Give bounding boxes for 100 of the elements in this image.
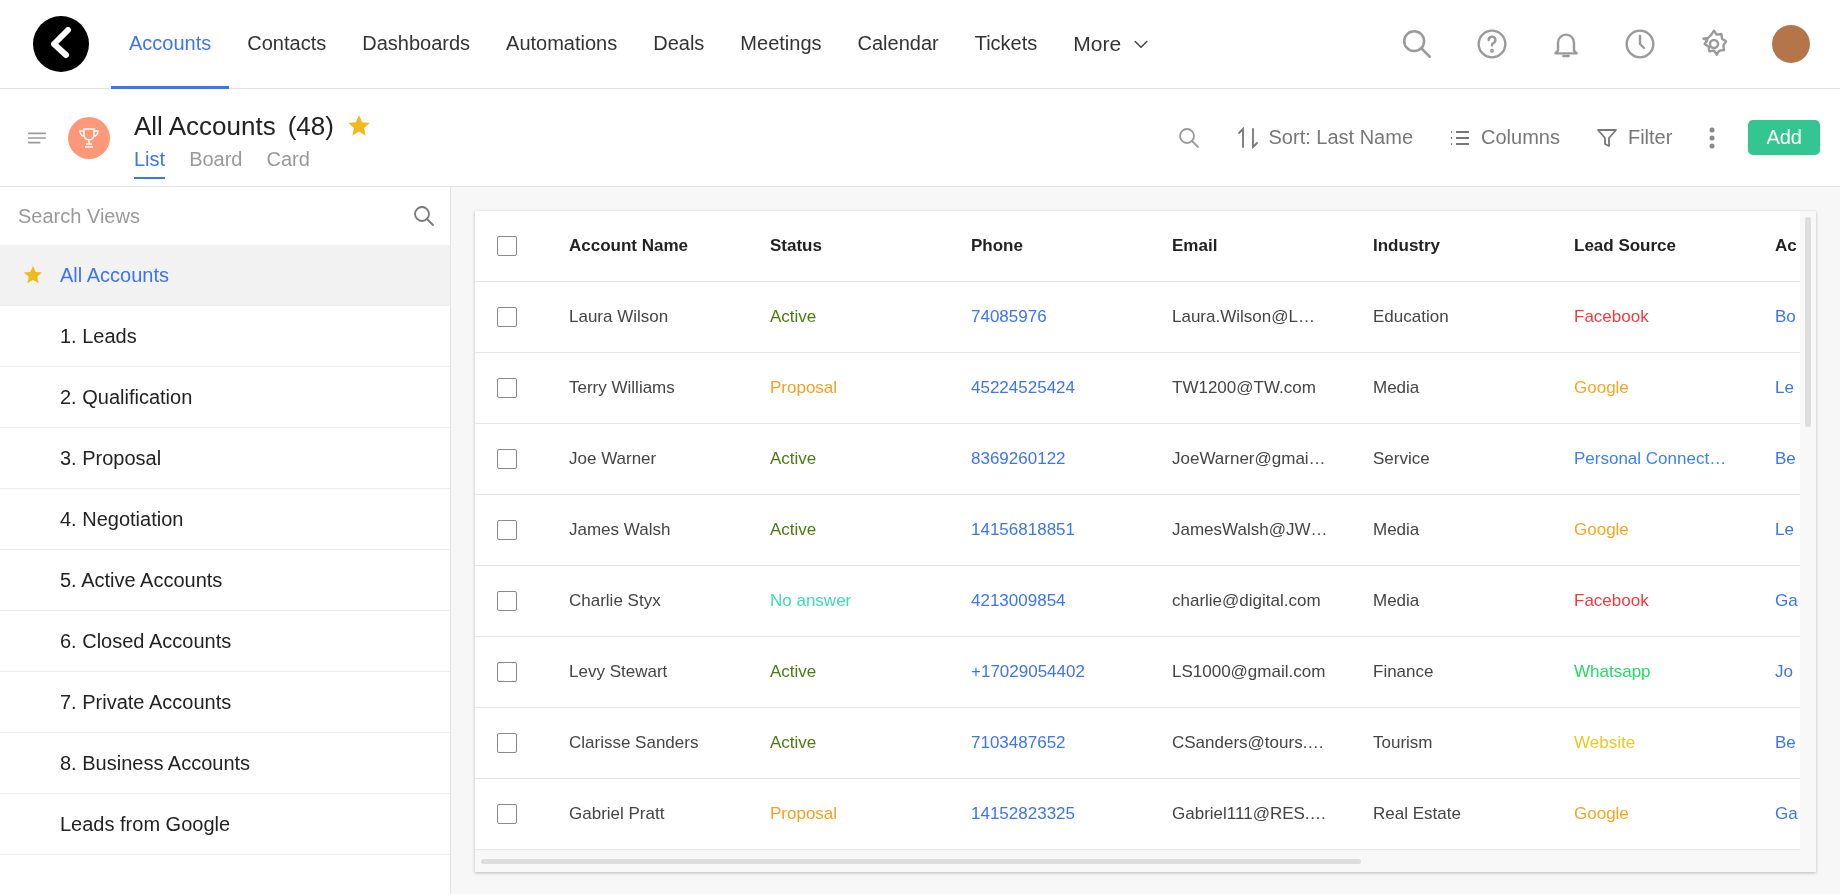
status-text: Active (770, 733, 818, 753)
sidebar-item[interactable]: 5. Active Accounts (0, 550, 450, 611)
search-icon[interactable] (1400, 27, 1434, 61)
sort-button[interactable]: Sort: Last Name (1236, 125, 1414, 150)
sidebar-item[interactable]: 1. Leads (0, 306, 450, 367)
table-cell-text: Terry Williams (569, 378, 676, 398)
page-title: All Accounts (134, 110, 276, 142)
column-header[interactable]: Lead Source (1574, 236, 1775, 256)
table-link[interactable]: Jo (1775, 662, 1800, 682)
more-icon[interactable] (1708, 125, 1717, 150)
phone-link[interactable]: 74085976 (971, 307, 1172, 327)
phone-link[interactable]: 14156818851 (971, 520, 1172, 540)
table-cell-text: JamesWalsh@JW… (1172, 520, 1329, 540)
table-cell-text: Real Estate (1373, 804, 1462, 824)
checkbox[interactable] (497, 591, 517, 611)
search-field[interactable]: Search Views (16, 203, 412, 229)
checkbox[interactable] (497, 307, 517, 327)
sidebar-item[interactable]: 3. Proposal (0, 428, 450, 489)
record-count: (48) (287, 110, 334, 142)
table-cell-text: Education (1373, 307, 1450, 327)
column-header[interactable]: Phone (971, 236, 1172, 256)
checkbox[interactable] (497, 449, 517, 469)
table-cell-text: Laura.Wilson@L… (1172, 307, 1316, 327)
table-cell-text: Gabriel Pratt (569, 804, 666, 824)
sidebar-item[interactable]: All Accounts (0, 245, 450, 306)
view-tab[interactable]: Board (189, 147, 243, 179)
checkbox[interactable] (497, 804, 517, 824)
table-cell-text: JoeWarner@gmai… (1172, 449, 1327, 469)
lead-source-text: Website (1574, 733, 1637, 753)
table-link[interactable]: Le (1775, 378, 1800, 398)
lead-source-text: Facebook (1574, 307, 1650, 327)
sidebar-item[interactable]: 6. Closed Accounts (0, 611, 450, 672)
table-link[interactable]: Be (1775, 733, 1800, 753)
sort-icon (1236, 125, 1259, 150)
lead-source-text: Personal Connect… (1574, 449, 1728, 469)
table-cell-text: LS1000@gmail.com (1172, 662, 1327, 682)
app-logo[interactable] (33, 16, 89, 72)
clock-icon[interactable] (1624, 28, 1656, 60)
filter-button[interactable]: Filter (1595, 126, 1673, 149)
phone-link[interactable]: +17029054402 (971, 662, 1172, 682)
nav-tab[interactable]: Automations (488, 0, 636, 89)
lead-source-text: Google (1574, 378, 1630, 398)
phone-link[interactable]: 7103487652 (971, 733, 1172, 753)
nav-tab[interactable]: Accounts (111, 0, 230, 89)
checkbox[interactable] (497, 378, 517, 398)
table-cell-text: Tourism (1373, 733, 1434, 753)
columns-button[interactable]: Columns (1449, 126, 1560, 149)
phone-link[interactable]: 14152823325 (971, 804, 1172, 824)
table-link[interactable]: Bo (1775, 307, 1800, 327)
phone-link[interactable]: 4213009854 (971, 591, 1172, 611)
table-cell-text: Media (1373, 520, 1421, 540)
status-text: Proposal (770, 804, 839, 824)
table-link[interactable]: Le (1775, 520, 1800, 540)
nav-tab[interactable]: Tickets (956, 0, 1056, 89)
nav-tab[interactable]: Contacts (229, 0, 345, 89)
table-cell-text: Laura Wilson (569, 307, 670, 327)
table-link[interactable]: Be (1775, 449, 1800, 469)
phone-link[interactable]: 45224525424 (971, 378, 1172, 398)
search-icon[interactable] (1176, 125, 1201, 150)
table-link[interactable]: Ga (1775, 804, 1800, 824)
view-tab[interactable]: List (134, 147, 166, 179)
sidebar-item[interactable]: Leads from Google (0, 794, 450, 855)
checkbox[interactable] (497, 662, 517, 682)
status-text: Active (770, 307, 818, 327)
view-tab[interactable]: Card (266, 147, 310, 179)
table-cell-text: Finance (1373, 662, 1435, 682)
nav-tab[interactable]: Dashboards (344, 0, 489, 89)
sidebar-item[interactable]: 4. Negotiation (0, 489, 450, 550)
avatar[interactable] (1772, 25, 1810, 63)
column-header[interactable]: Ac (1775, 236, 1800, 256)
table-cell-text: Levy Stewart (569, 662, 669, 682)
table-cell-text: Service (1373, 449, 1431, 469)
column-header[interactable]: Account Name (569, 236, 770, 256)
sidebar-item[interactable]: 8. Business Accounts (0, 733, 450, 794)
sidebar-item[interactable]: 2. Qualification (0, 367, 450, 428)
search-icon[interactable] (412, 204, 436, 228)
sidebar-item[interactable]: 7. Private Accounts (0, 672, 450, 733)
status-text: Active (770, 662, 818, 682)
filter-icon (1595, 126, 1618, 149)
table-cell-text: Media (1373, 378, 1421, 398)
table-cell-text: CSanders@tours.… (1172, 733, 1326, 753)
checkbox[interactable] (497, 733, 517, 753)
help-icon[interactable] (1476, 28, 1508, 60)
column-header[interactable]: Industry (1373, 236, 1574, 256)
nav-tab[interactable]: Deals (635, 0, 723, 89)
lead-source-text: Whatsapp (1574, 662, 1652, 682)
more-menu[interactable]: More (1073, 32, 1122, 56)
scrollbar-thumb[interactable] (481, 858, 1361, 864)
column-header[interactable]: Email (1172, 236, 1373, 256)
lead-source-text: Google (1574, 520, 1630, 540)
column-header[interactable]: Status (770, 236, 971, 256)
phone-link[interactable]: 8369260122 (971, 449, 1172, 469)
trophy-badge (68, 116, 110, 159)
scrollbar-thumb[interactable] (1805, 217, 1811, 427)
nav-tab[interactable]: Calendar (839, 0, 957, 89)
status-text: Active (770, 449, 818, 469)
checkbox[interactable] (497, 236, 517, 256)
table-link[interactable]: Ga (1775, 591, 1800, 611)
checkbox[interactable] (497, 520, 517, 540)
nav-tab[interactable]: Meetings (722, 0, 840, 89)
